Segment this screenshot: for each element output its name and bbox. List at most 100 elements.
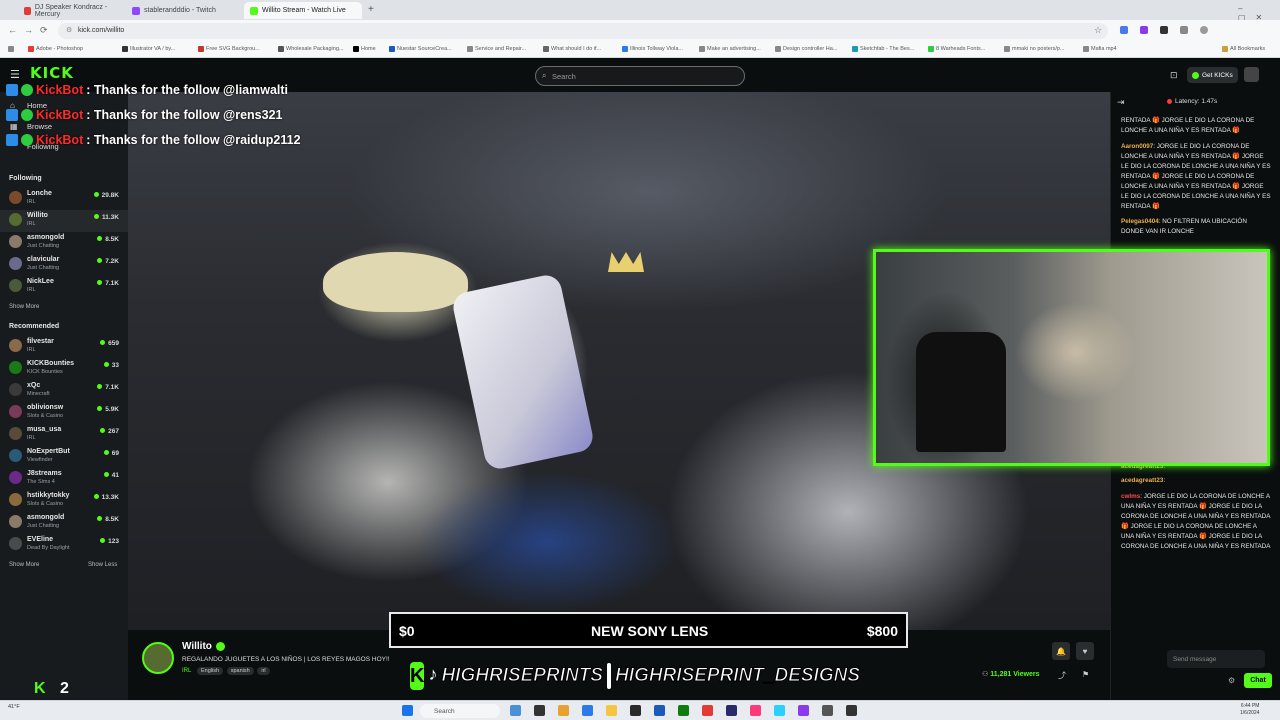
- taskbar-app-icon[interactable]: [846, 705, 857, 716]
- show-more-following[interactable]: Show More: [9, 304, 39, 310]
- apps-icon[interactable]: [8, 46, 14, 52]
- taskbar-app-icon[interactable]: [606, 705, 617, 716]
- site-info-icon[interactable]: ⚙: [66, 26, 72, 34]
- sidebar-channel[interactable]: Willito IRL 11.3K: [0, 210, 128, 232]
- bookmark-item[interactable]: Make an advertising...: [699, 46, 761, 52]
- sidebar-channel[interactable]: xQc Minecraft 7.1K: [0, 380, 128, 402]
- sidebar-channel[interactable]: Lonche IRL 29.8K: [0, 188, 128, 210]
- show-more-recommended[interactable]: Show More: [9, 562, 39, 568]
- chat-username[interactable]: cwlms: [1121, 493, 1140, 500]
- category-tag[interactable]: IRL: [182, 668, 191, 674]
- taskbar-app-icon[interactable]: [510, 705, 521, 716]
- chat-username[interactable]: acedagreatt23: [1121, 477, 1163, 484]
- new-tab-icon[interactable]: +: [368, 4, 374, 15]
- extension-icon[interactable]: [1140, 26, 1148, 34]
- tag-pill[interactable]: English: [197, 667, 224, 675]
- chat-username[interactable]: Pelegas0404: [1121, 218, 1159, 225]
- puzzle-icon[interactable]: [1180, 26, 1188, 34]
- search-input[interactable]: ⌕ Search: [535, 66, 745, 86]
- system-clock[interactable]: 6:44 PM 1/6/2024: [1240, 703, 1259, 717]
- taskbar-search[interactable]: Search: [420, 704, 500, 718]
- chat-input[interactable]: Send message: [1167, 650, 1265, 668]
- collapse-chat-icon[interactable]: ⇥: [1117, 97, 1125, 108]
- bookmark-item[interactable]: Wholesale Packaging...: [278, 46, 343, 52]
- taskbar-app-icon[interactable]: [534, 705, 545, 716]
- bookmark-item[interactable]: Design controller Ha...: [775, 46, 837, 52]
- notification-bell-icon[interactable]: 🔔: [1052, 642, 1070, 660]
- taskbar-app-icon[interactable]: [750, 705, 761, 716]
- all-bookmarks[interactable]: All Bookmarks: [1222, 46, 1265, 52]
- bookmark-item[interactable]: What should I do if...: [543, 46, 601, 52]
- bookmark-item[interactable]: 8 Warheads Fonts...: [928, 46, 985, 52]
- sidebar-channel[interactable]: EVEline Dead By Daylight 123: [0, 534, 128, 556]
- bookmark-star-icon[interactable]: ☆: [1094, 25, 1102, 36]
- show-less-recommended[interactable]: Show Less: [88, 562, 117, 568]
- sidebar-channel[interactable]: asmongold Just Chatting 8.5K: [0, 512, 128, 534]
- address-field[interactable]: ⚙ kick.com/willito ☆: [58, 23, 1108, 39]
- nav-arrows-icon[interactable]: ←→⟳: [8, 25, 55, 36]
- bookmark-item[interactable]: Illustrator VA / by...: [122, 46, 175, 52]
- streamer-name-row[interactable]: Willito: [182, 641, 225, 652]
- bookmarks-bar: Adobe - Photoshop Illustrator VA / by...…: [0, 42, 1280, 58]
- report-flag-icon[interactable]: ⚑: [1082, 670, 1089, 679]
- youtube-icon: [24, 6, 31, 15]
- taskbar-app-icon[interactable]: [582, 705, 593, 716]
- sidebar-channel[interactable]: oblivionsw Slots & Casino 5.9K: [0, 402, 128, 424]
- sidebar-channel[interactable]: clavicular Just Chatting 7.2K: [0, 254, 128, 276]
- hamburger-menu-icon[interactable]: ☰: [10, 68, 20, 81]
- windows-start-icon[interactable]: [402, 705, 413, 716]
- streamer-name: Willito: [182, 641, 212, 652]
- taskbar-app-icon[interactable]: [702, 705, 713, 716]
- clip-icon[interactable]: ⊡: [1170, 70, 1178, 81]
- bookmark-item[interactable]: Sketchfab - The Bes...: [852, 46, 914, 52]
- sidebar-channel[interactable]: filvestar IRL 659: [0, 336, 128, 358]
- taskbar-app-icon[interactable]: [726, 705, 737, 716]
- bookmark-item[interactable]: Mafia mp4: [1083, 46, 1117, 52]
- taskbar-app-icon[interactable]: [678, 705, 689, 716]
- browser-tab-3[interactable]: Willito Stream - Watch Live: [244, 2, 362, 19]
- profile-icon[interactable]: [1200, 26, 1208, 34]
- taskbar-app-icon[interactable]: [798, 705, 809, 716]
- bookmark-item[interactable]: mmaki no posters/p...: [1004, 46, 1065, 52]
- taskbar-app-icon[interactable]: [774, 705, 785, 716]
- sidebar-channel[interactable]: musa_usa IRL 267: [0, 424, 128, 446]
- bookmark-item[interactable]: Home: [353, 46, 376, 52]
- browser-tab-1[interactable]: DJ Speaker Kondracz - Mercury: [18, 2, 126, 19]
- sidebar-channel[interactable]: hstikkytokky Slots & Casino 13.3K: [0, 490, 128, 512]
- sidebar-channel[interactable]: asmongold Just Chatting 8.5K: [0, 232, 128, 254]
- chat-text: : JORGE LE DIO LA CORONA DE LONCHE A UNA…: [1121, 143, 1271, 210]
- taskbar-app-icon[interactable]: [822, 705, 833, 716]
- channel-name: NickLee: [27, 278, 54, 285]
- kick-logo[interactable]: KICK: [30, 64, 74, 82]
- tag-pill[interactable]: irl: [257, 667, 270, 675]
- bookmark-item[interactable]: Nuestar SourceCrea...: [389, 46, 452, 52]
- extension-icon[interactable]: [1160, 26, 1168, 34]
- streamer-avatar[interactable]: [142, 642, 174, 674]
- sidebar-channel[interactable]: KICKBounties KICK Bounties 33: [0, 358, 128, 380]
- bookmark-item[interactable]: Illinois Tollway Viola...: [622, 46, 683, 52]
- sidebar-channel[interactable]: J8streams The Sims 4 41: [0, 468, 128, 490]
- taskbar-app-icon[interactable]: [630, 705, 641, 716]
- bookmark-item[interactable]: Adobe - Photoshop: [28, 46, 83, 52]
- get-kicks-button[interactable]: Get KICKs: [1187, 67, 1238, 83]
- avatar: [9, 213, 22, 226]
- bookmark-item[interactable]: Free SVG Backgrou...: [198, 46, 260, 52]
- browser-tab-2[interactable]: stablerandddio - Twitch: [126, 2, 242, 19]
- extension-icon[interactable]: [1120, 26, 1128, 34]
- nav-browse[interactable]: Browse: [27, 122, 52, 131]
- share-icon[interactable]: ⤴: [1058, 670, 1066, 681]
- taskbar-app-icon[interactable]: [654, 705, 665, 716]
- settings-gear-icon[interactable]: ⚙: [1228, 676, 1235, 685]
- avatar: [9, 471, 22, 484]
- taskbar-app-icon[interactable]: [558, 705, 569, 716]
- user-avatar[interactable]: [1244, 67, 1259, 82]
- chat-username[interactable]: Aaron0097: [1121, 143, 1153, 150]
- tag-pill[interactable]: spanish: [226, 667, 254, 675]
- bookmark-item[interactable]: Service and Repair...: [467, 46, 526, 52]
- sidebar-channel[interactable]: NickLee IRL 7.1K: [0, 276, 128, 298]
- sidebar-channel[interactable]: NoExpertBut Viewfinder 69: [0, 446, 128, 468]
- viewers-icon: ⚇: [982, 671, 991, 678]
- chat-send-button[interactable]: Chat: [1244, 673, 1272, 688]
- weather-widget[interactable]: 41°F: [8, 704, 48, 718]
- follow-heart-icon[interactable]: ♥: [1076, 642, 1094, 660]
